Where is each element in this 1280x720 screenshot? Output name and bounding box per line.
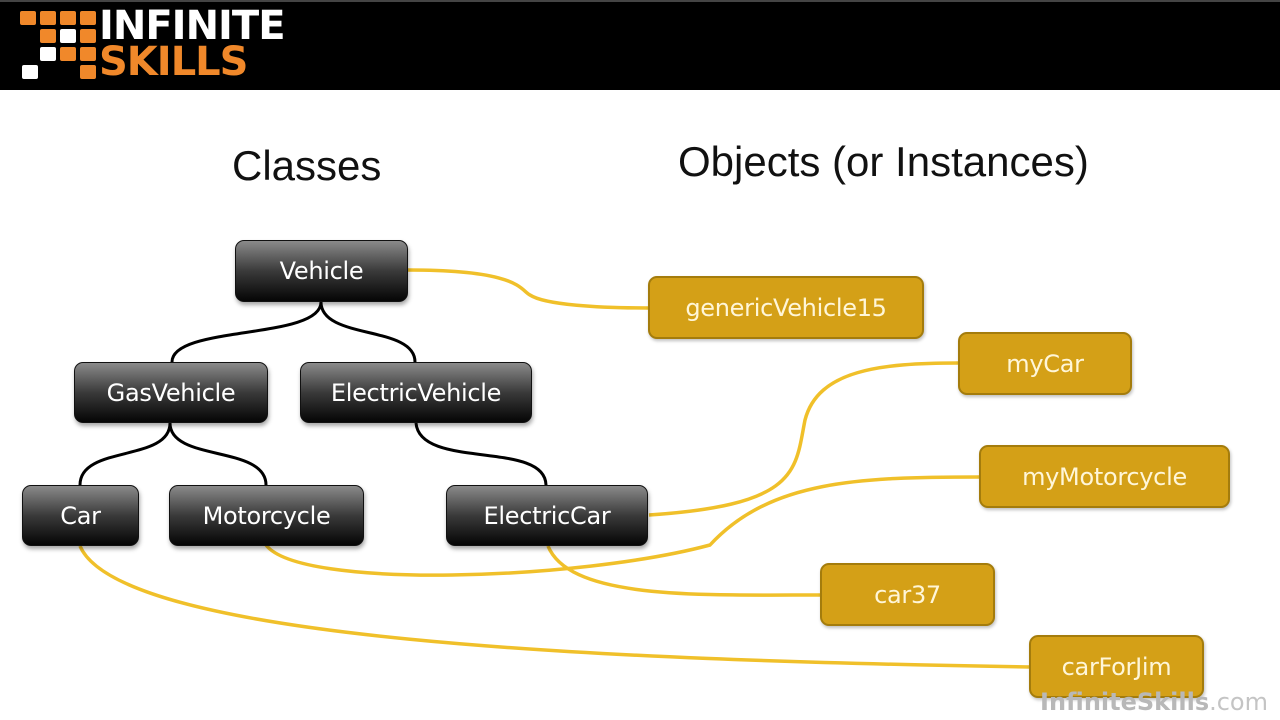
- link-electricvehicle-electriccar: [414, 422, 548, 486]
- object-genericvehicle15[interactable]: genericVehicle15: [648, 276, 924, 339]
- object-label: carForJim: [1061, 652, 1172, 681]
- class-label: Vehicle: [279, 257, 364, 285]
- class-label: ElectricVehicle: [330, 378, 502, 407]
- watermark: InfiniteSkills.com: [1040, 688, 1268, 716]
- object-mymotorcycle[interactable]: myMotorcycle: [979, 445, 1230, 508]
- object-car37[interactable]: car37: [820, 563, 995, 626]
- class-car[interactable]: Car: [22, 485, 139, 546]
- link-gasvehicle-car: [78, 422, 172, 486]
- object-label: myMotorcycle: [1022, 462, 1187, 491]
- class-electriccar[interactable]: ElectricCar: [446, 485, 648, 546]
- class-electricvehicle[interactable]: ElectricVehicle: [300, 362, 532, 423]
- object-label: car37: [874, 580, 941, 609]
- link-vehicle-electricvehicle: [319, 301, 417, 363]
- object-label: myCar: [1006, 349, 1084, 378]
- class-vehicle[interactable]: Vehicle: [235, 240, 408, 302]
- class-label: Car: [60, 501, 101, 530]
- link-gasvehicle-motorcycle: [168, 422, 268, 486]
- watermark-domain: .com: [1209, 688, 1268, 716]
- class-label: Motorcycle: [202, 501, 331, 530]
- class-label: ElectricCar: [483, 501, 611, 530]
- object-label: genericVehicle15: [685, 293, 887, 322]
- link-vehicle-genericvehicle15: [407, 268, 650, 310]
- watermark-brand: InfiniteSkills: [1040, 688, 1210, 716]
- class-motorcycle[interactable]: Motorcycle: [169, 485, 364, 546]
- class-gasvehicle[interactable]: GasVehicle: [74, 362, 268, 423]
- object-mycar[interactable]: myCar: [958, 332, 1132, 395]
- link-vehicle-gasvehicle: [170, 301, 323, 363]
- class-label: GasVehicle: [106, 378, 236, 407]
- link-electriccar-car37: [546, 545, 822, 597]
